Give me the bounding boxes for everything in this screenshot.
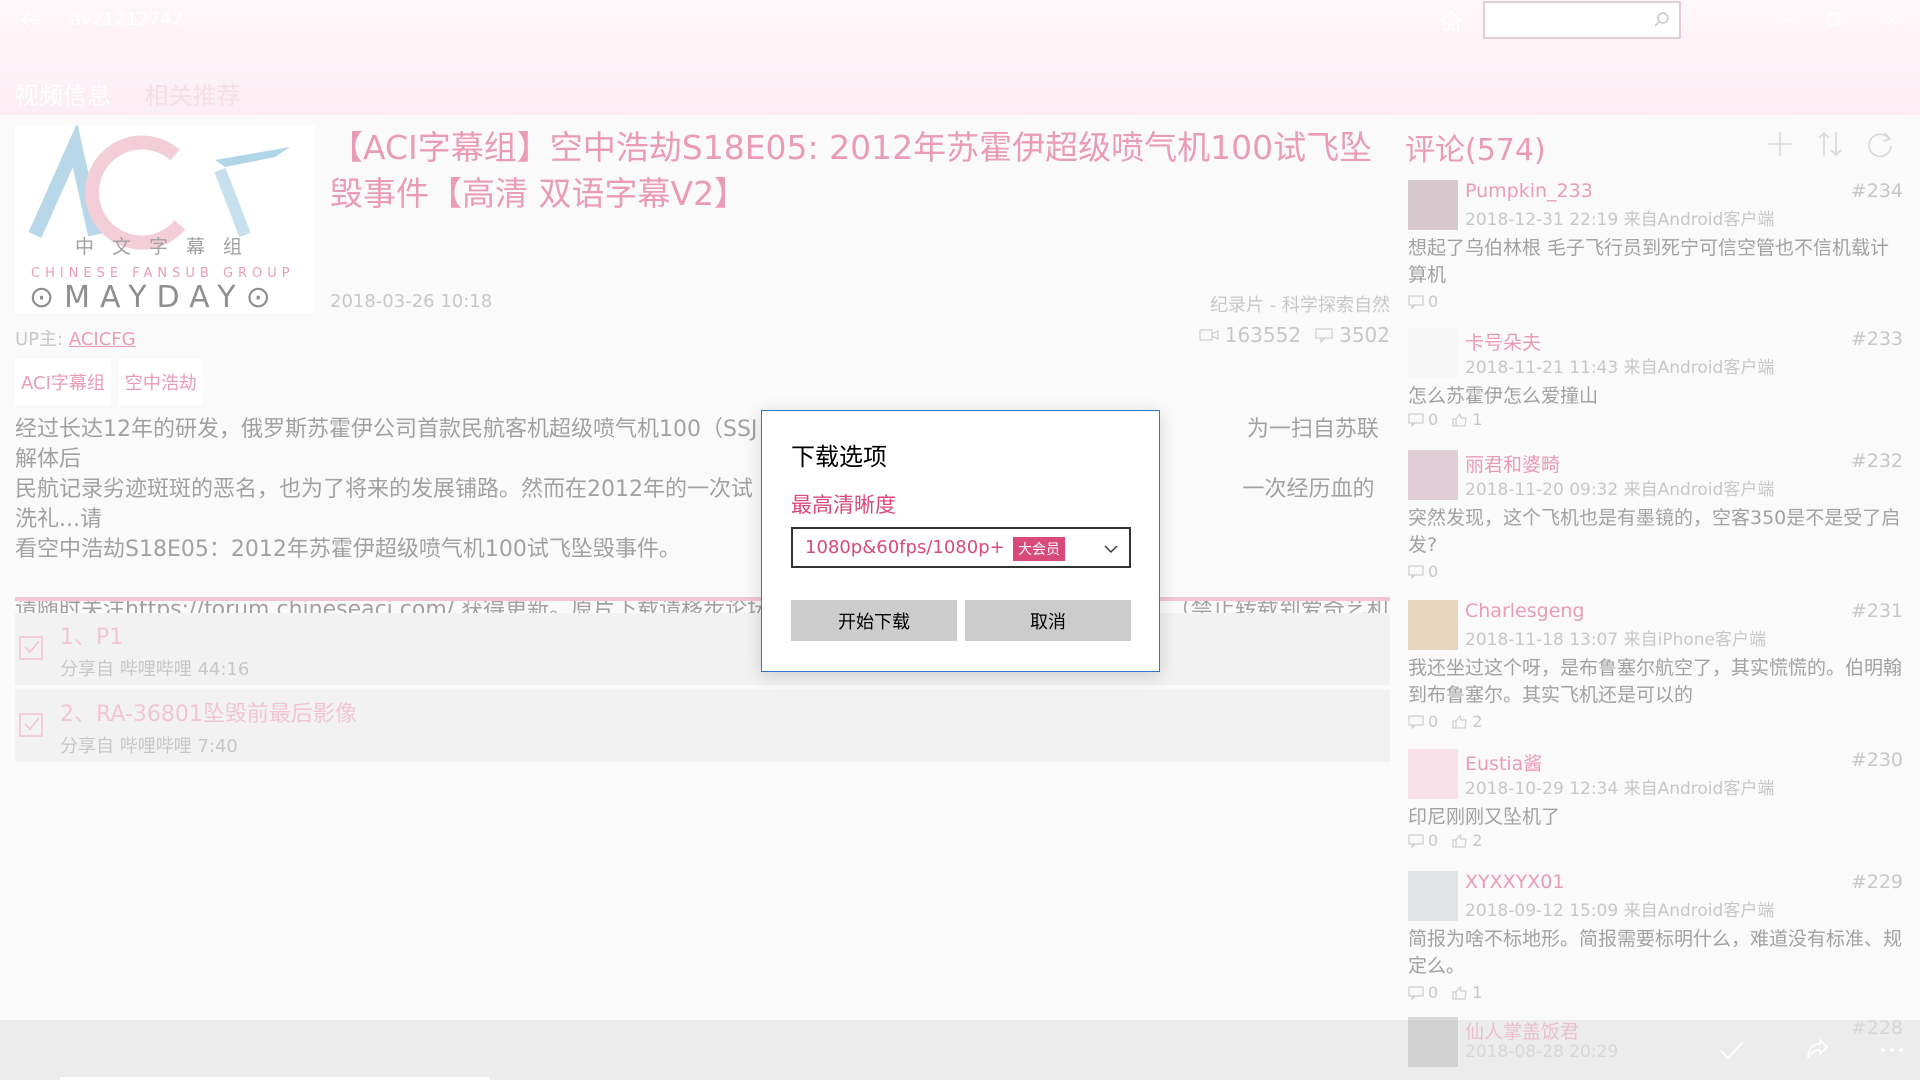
dialog-title: 下载选项 bbox=[791, 443, 887, 471]
quality-select[interactable]: 1080p&60fps/1080p+ 大会员 bbox=[791, 527, 1131, 568]
chevron-down-icon[interactable] bbox=[1103, 541, 1119, 557]
vip-badge: 大会员 bbox=[1013, 537, 1065, 561]
start-download-button[interactable]: 开始下载 bbox=[791, 600, 957, 641]
quality-label: 最高清晰度 bbox=[791, 493, 896, 517]
quality-selected-value: 1080p&60fps/1080p+ bbox=[805, 537, 1005, 558]
cancel-button[interactable]: 取消 bbox=[965, 600, 1131, 641]
download-options-dialog: 下载选项 最高清晰度 1080p&60fps/1080p+ 大会员 开始下载 取… bbox=[761, 410, 1160, 672]
